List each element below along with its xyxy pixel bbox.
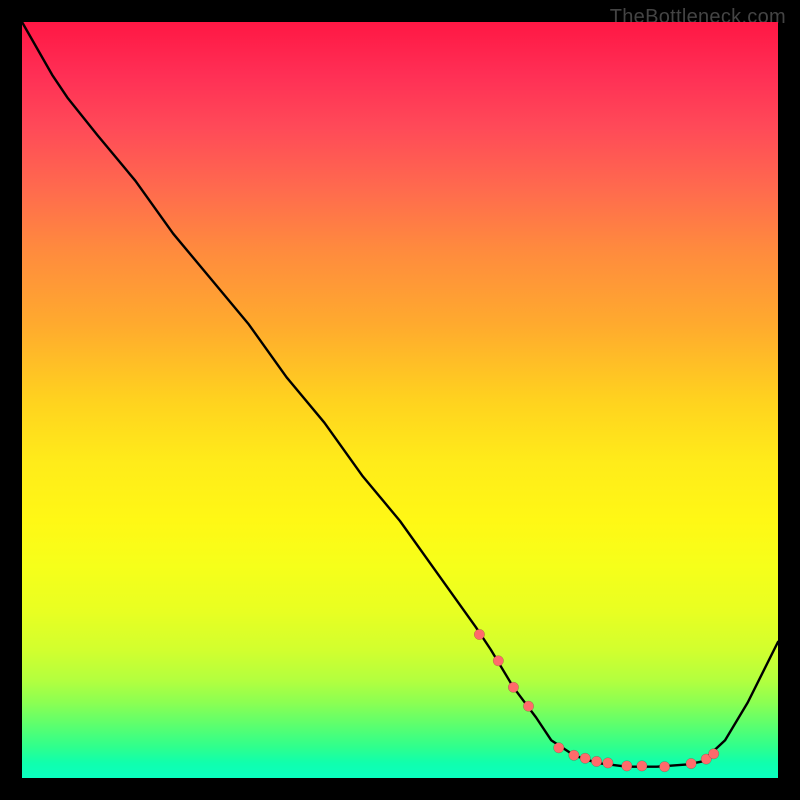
highlight-point [603,758,613,768]
highlight-point [569,750,579,760]
highlight-point [580,753,590,763]
highlight-point [637,761,647,771]
highlight-point [659,762,669,772]
chart-stage: TheBottleneck.com [0,0,800,800]
highlight-point [523,701,533,711]
highlight-point [554,743,564,753]
highlight-point [709,749,719,759]
chart-svg [22,22,778,778]
marker-group [474,629,719,772]
highlight-point [622,761,632,771]
highlight-point [474,629,484,639]
bottleneck-curve [22,22,778,767]
plot-area [22,22,778,778]
highlight-point [686,758,696,768]
highlight-point [508,682,518,692]
highlight-point [493,656,503,666]
highlight-point [591,756,601,766]
